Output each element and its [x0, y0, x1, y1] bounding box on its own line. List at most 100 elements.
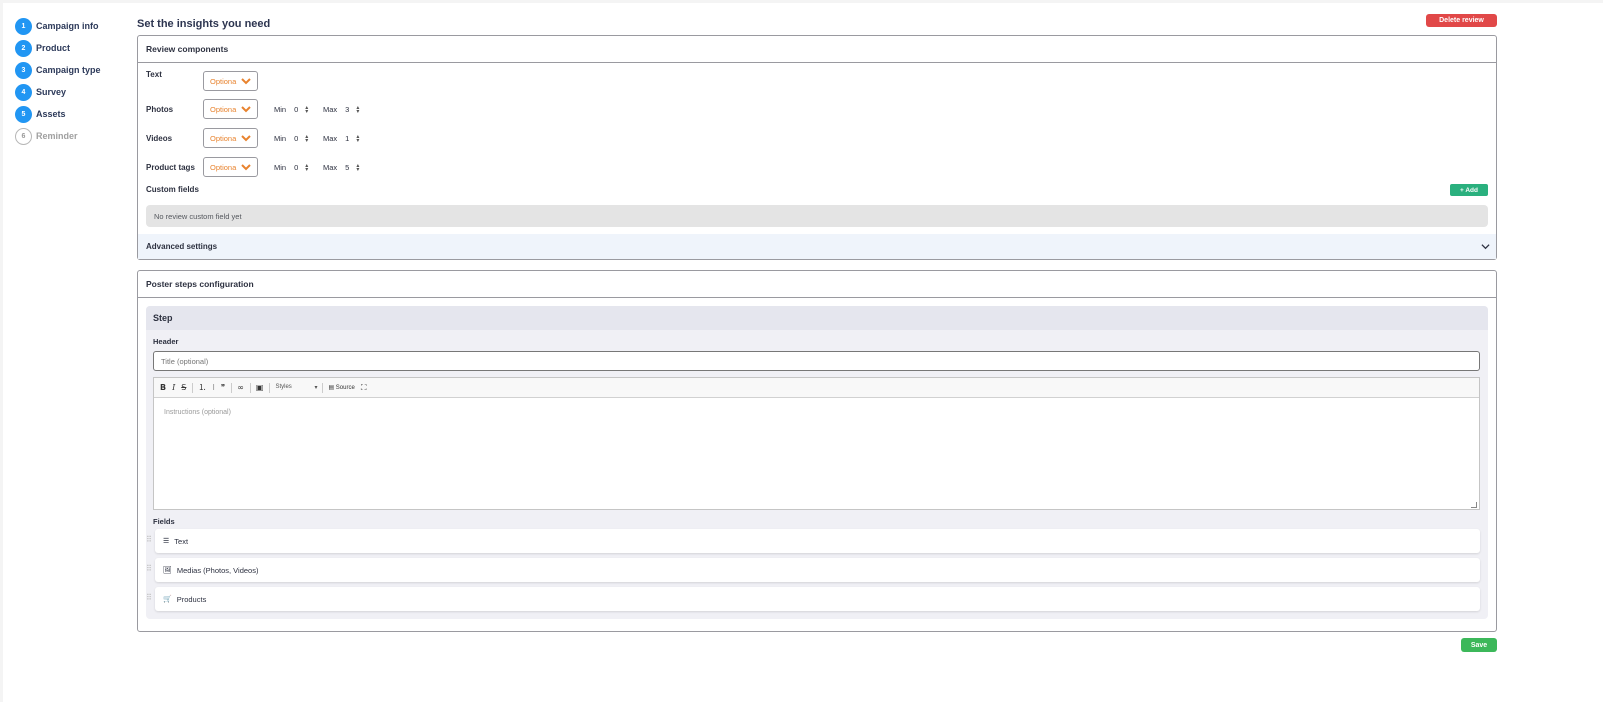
image-icon[interactable]: ▣ [256, 383, 264, 392]
product-tags-min-input[interactable]: 0 [294, 163, 298, 172]
maximize-icon[interactable]: ⛶ [361, 383, 367, 393]
spinner-icon[interactable]: ▴ ▾ [305, 134, 308, 144]
delete-review-button[interactable]: Delete review [1426, 14, 1497, 27]
spinner-icon[interactable]: ▴ ▾ [305, 105, 308, 115]
spinner-icon[interactable]: ▴ ▾ [356, 134, 359, 144]
photos-max-input[interactable]: 3 [345, 105, 349, 114]
chevron-down-icon [241, 78, 251, 85]
add-custom-field-button[interactable]: + Add [1450, 184, 1488, 196]
step-number: 1 [15, 17, 32, 35]
source-icon: ▤ [328, 385, 335, 391]
toolbar-divider [322, 382, 324, 393]
chevron-down-icon [241, 135, 251, 142]
min-label: Min [274, 163, 287, 172]
step-label: Reminder [36, 131, 78, 141]
cart-icon: 🛒 [163, 596, 172, 603]
step-label: Campaign info [36, 21, 99, 31]
min-label: Min [274, 105, 287, 114]
toolbar-divider [192, 382, 194, 393]
instructions-placeholder: Instructions (optional) [164, 409, 231, 416]
field-item-text[interactable]: ☰ Text [155, 529, 1480, 553]
step-assets[interactable]: 5 Assets [15, 103, 125, 125]
spinner-icon[interactable]: ▴ ▾ [356, 163, 359, 173]
videos-max: Max 1 ▴ ▾ [323, 134, 359, 144]
page-title: Set the insights you need [137, 18, 271, 30]
drag-handle-icon[interactable]: ⠿ [146, 593, 152, 602]
media-icon: 🖼 [163, 567, 172, 574]
page: 1 Campaign info 2 Product 3 Campaign typ… [3, 3, 1603, 702]
step-product[interactable]: 2 Product [15, 37, 125, 59]
step-campaign-type[interactable]: 3 Campaign type [15, 59, 125, 81]
campaign-stepper: 1 Campaign info 2 Product 3 Campaign typ… [15, 15, 125, 147]
step-survey[interactable]: 4 Survey [15, 81, 125, 103]
styles-dropdown[interactable]: Styles ▾ [275, 384, 317, 391]
bulleted-list-icon[interactable]: ⁝ [212, 383, 215, 392]
photos-requirement-select[interactable]: Optiona [203, 99, 258, 119]
chevron-down-icon [241, 164, 251, 171]
step-number: 3 [15, 61, 32, 79]
step-number: 4 [15, 83, 32, 101]
step-reminder[interactable]: 6 Reminder [15, 125, 125, 147]
spinner-icon[interactable]: ▴ ▾ [356, 105, 359, 115]
blockquote-icon[interactable]: ❞ [221, 383, 225, 392]
text-icon: ☰ [163, 538, 170, 545]
select-value: Optiona [210, 162, 237, 172]
poster-steps-title: Poster steps configuration [138, 271, 1496, 298]
step-title-input[interactable] [153, 351, 1480, 371]
field-item-medias[interactable]: 🖼 Medias (Photos, Videos) [155, 558, 1480, 582]
photos-min-input[interactable]: 0 [294, 105, 298, 114]
poster-steps-card: Poster steps configuration Step Header B… [137, 270, 1497, 632]
advanced-settings-toggle[interactable]: Advanced settings [138, 234, 1496, 259]
step-label: Assets [36, 109, 66, 119]
header-label: Header [153, 337, 179, 346]
select-value: Optiona [210, 76, 237, 86]
component-label: Product tags [146, 163, 195, 172]
select-value: Optiona [210, 133, 237, 143]
toolbar-divider [231, 382, 233, 393]
step-campaign-info[interactable]: 1 Campaign info [15, 15, 125, 37]
field-row: ⠿ 🛒 Products [146, 587, 1480, 611]
step-panel: Step Header B I S ⒈ ⁝ ❞ ∞ ▣ [146, 306, 1488, 619]
strikethrough-icon[interactable]: S [181, 383, 186, 392]
videos-max-input[interactable]: 1 [345, 134, 349, 143]
review-components-title: Review components [138, 36, 1496, 63]
field-label: Products [176, 594, 207, 604]
fields-label: Fields [153, 517, 175, 526]
numbered-list-icon[interactable]: ⒈ [198, 382, 206, 393]
min-label: Min [274, 134, 287, 143]
component-label: Photos [146, 105, 174, 114]
product-tags-max-input[interactable]: 5 [345, 163, 349, 172]
component-label: Videos [146, 134, 173, 143]
rich-text-editor: B I S ⒈ ⁝ ❞ ∞ ▣ Styles ▾ ▤ Source ⛶ Inst… [153, 377, 1480, 510]
link-icon[interactable]: ∞ [237, 383, 244, 392]
custom-fields-label: Custom fields [146, 185, 199, 194]
save-button[interactable]: Save [1461, 638, 1497, 652]
max-label: Max [323, 163, 338, 172]
instructions-editor-area[interactable]: Instructions (optional) [154, 398, 1479, 510]
editor-toolbar: B I S ⒈ ⁝ ❞ ∞ ▣ Styles ▾ ▤ Source ⛶ [154, 378, 1479, 398]
source-label: Source [335, 385, 355, 391]
videos-min: Min 0 ▴ ▾ [274, 134, 308, 144]
videos-min-input[interactable]: 0 [294, 134, 298, 143]
product-tags-requirement-select[interactable]: Optiona [203, 157, 258, 177]
field-row: ⠿ ☰ Text [146, 529, 1480, 553]
drag-handle-icon[interactable]: ⠿ [146, 535, 152, 544]
drag-handle-icon[interactable]: ⠿ [146, 564, 152, 573]
italic-icon[interactable]: I [172, 383, 175, 392]
caret-down-icon: ▾ [314, 385, 318, 391]
select-value: Optiona [210, 104, 237, 114]
videos-requirement-select[interactable]: Optiona [203, 128, 258, 148]
spinner-icon[interactable]: ▴ ▾ [305, 163, 308, 173]
chevron-down-icon [1481, 244, 1490, 250]
bold-icon[interactable]: B [160, 383, 166, 392]
toolbar-divider [269, 382, 271, 393]
component-label: Text [146, 70, 162, 79]
photos-max: Max 3 ▴ ▾ [323, 105, 359, 115]
field-item-products[interactable]: 🛒 Products [155, 587, 1480, 611]
text-requirement-select[interactable]: Optiona [203, 71, 258, 91]
field-label: Text [174, 536, 189, 546]
source-button[interactable]: ▤ Source [328, 384, 354, 391]
field-label: Medias (Photos, Videos) [176, 565, 259, 575]
step-label: Survey [36, 87, 67, 97]
resize-handle-icon[interactable] [1471, 502, 1477, 508]
